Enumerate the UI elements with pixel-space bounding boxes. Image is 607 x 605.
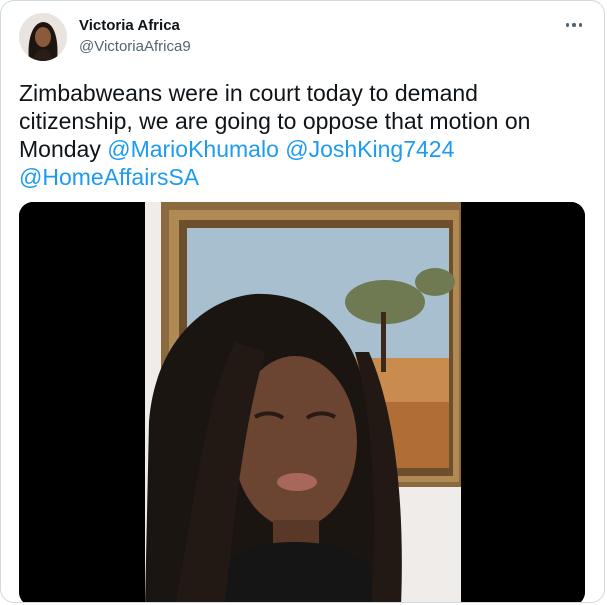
- author-handle[interactable]: @VictoriaAfrica9: [79, 38, 191, 55]
- author-name[interactable]: Victoria Africa: [79, 17, 180, 34]
- mention-link[interactable]: @JoshKing7424: [285, 136, 454, 162]
- mention-link[interactable]: @HomeAffairsSA: [19, 164, 199, 190]
- avatar[interactable]: [19, 13, 67, 61]
- more-options-button[interactable]: [562, 15, 586, 35]
- video-player[interactable]: [19, 202, 585, 602]
- tweet-text: Zimbabweans were in court today to deman…: [19, 79, 589, 191]
- tweet-card[interactable]: Victoria Africa @VictoriaAfrica9 Zimbabw…: [0, 0, 605, 603]
- mention-link[interactable]: @MarioKhumalo: [107, 136, 279, 162]
- more-horizontal-icon: [565, 23, 570, 27]
